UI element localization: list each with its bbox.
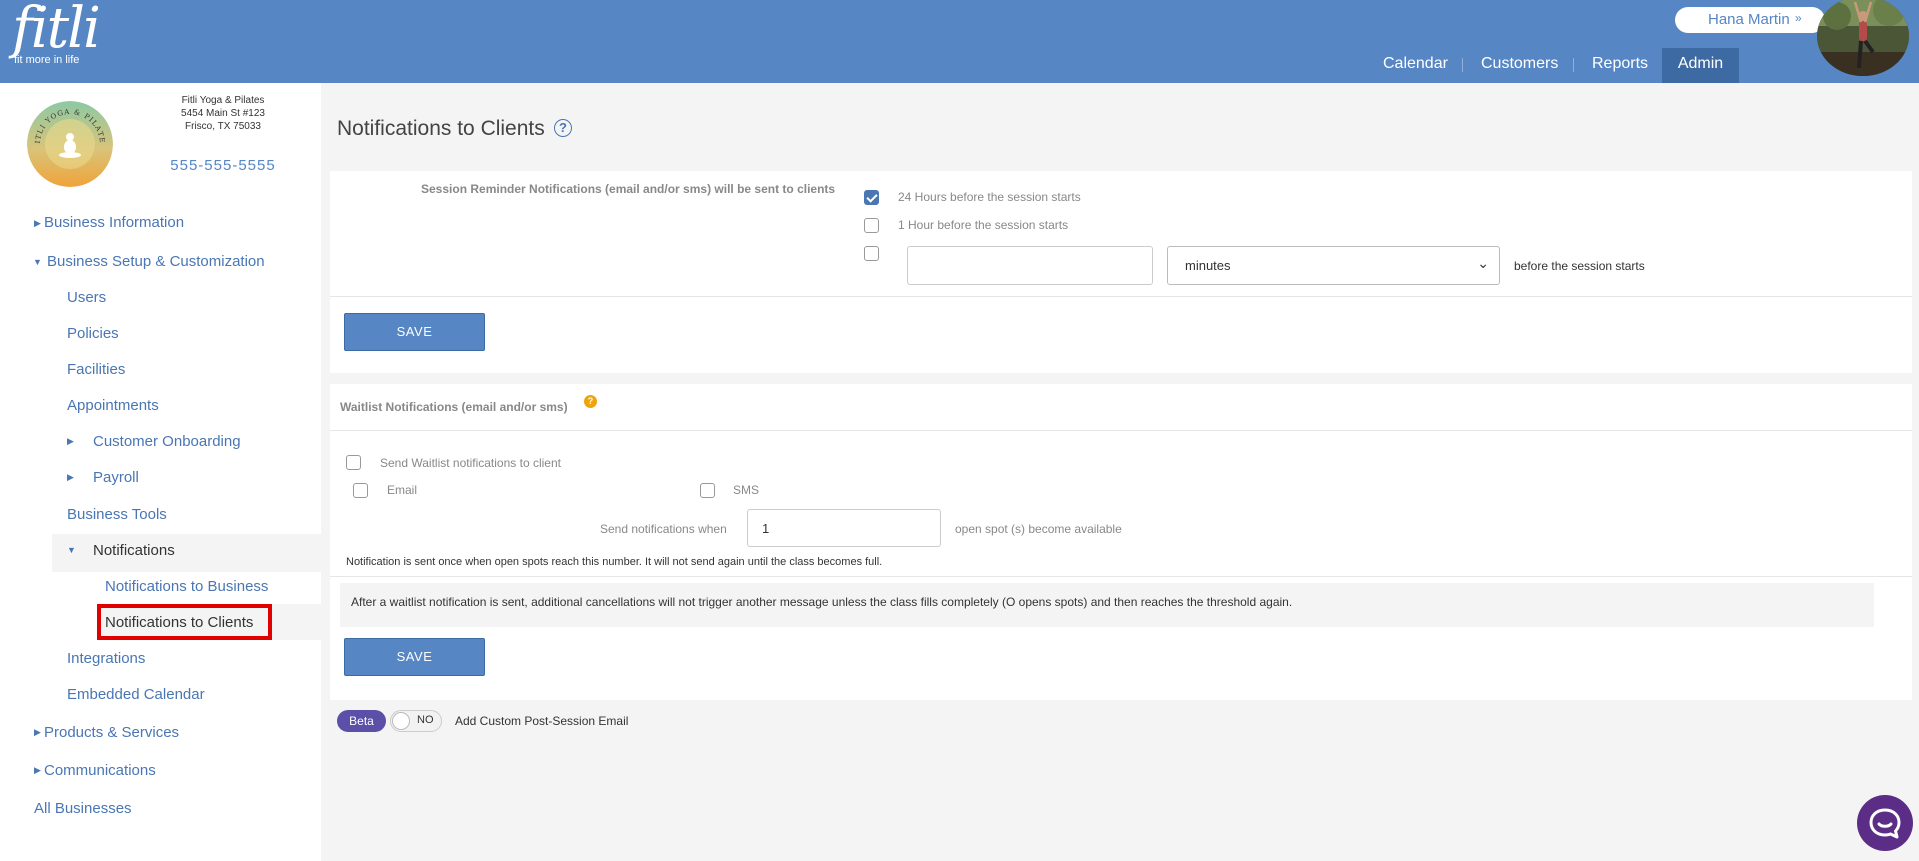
logo-word: fitli [12, 0, 101, 61]
waitlist-heading: Waitlist Notifications (email and/or sms… [340, 400, 568, 414]
admin-sidebar: FITLI YOGA & PILATES Fitli Yoga & Pilate… [0, 83, 321, 861]
waitlist-when-label: Send notifications when [600, 522, 727, 536]
sidebar-item-business-information[interactable]: Business Information [44, 214, 184, 232]
user-avatar[interactable] [1817, 0, 1909, 76]
sidebar-item-notifications-to-clients[interactable]: Notifications to Clients [105, 614, 253, 632]
business-address-line1: 5454 Main St #123 [181, 108, 265, 119]
nav-admin[interactable]: Admin [1662, 48, 1739, 83]
avatar-photo-image [1817, 0, 1909, 76]
chevron-down-icon: ⌄ [1477, 255, 1489, 271]
info-circle-icon[interactable]: ? [584, 395, 597, 408]
sidebar-item-facilities[interactable]: Facilities [67, 361, 125, 379]
reminder-1h-checkbox[interactable] [864, 218, 879, 233]
waitlist-sms-label: SMS [733, 483, 760, 497]
caret-right-icon: ▶ [67, 436, 74, 446]
waitlist-email-label: Email [387, 483, 418, 497]
waitlist-send-checkbox[interactable] [346, 455, 361, 470]
sidebar-item-users[interactable]: Users [67, 289, 106, 307]
reminder-custom-checkbox[interactable] [864, 246, 879, 261]
double-chevron-down-icon: » [1795, 11, 1802, 25]
waitlist-note: Notification is sent once when open spot… [346, 556, 883, 568]
business-phone[interactable]: 555-555-5555 [158, 157, 288, 174]
business-name: Fitli Yoga & Pilates [181, 95, 265, 106]
sidebar-item-all-businesses[interactable]: All Businesses [34, 800, 132, 818]
sidebar-item-products-services[interactable]: Products & Services [44, 724, 179, 742]
beta-badge: Beta [337, 710, 386, 732]
sidebar-item-business-tools[interactable]: Business Tools [67, 506, 167, 524]
caret-right-icon: ▶ [34, 765, 41, 775]
chat-launcher-button[interactable] [1857, 795, 1913, 851]
divider [330, 576, 1912, 577]
sidebar-item-integrations[interactable]: Integrations [67, 650, 145, 668]
caret-right-icon: ▶ [34, 727, 41, 737]
business-address-line2: Frisco, TX 75033 [185, 121, 261, 132]
page-title: Notifications to Clients [337, 117, 545, 140]
sidebar-item-payroll[interactable]: Payroll [93, 469, 139, 487]
reminder-custom-suffix: before the session starts [1514, 259, 1645, 273]
divider [330, 296, 1912, 297]
post-session-label: Add Custom Post-Session Email [455, 714, 629, 728]
waitlist-send-label: Send Waitlist notifications to client [380, 456, 561, 470]
waitlist-info-text: After a waitlist notification is sent, a… [351, 595, 1293, 609]
toggle-knob [392, 712, 410, 730]
caret-down-icon: ▼ [67, 545, 76, 555]
nav-separator [1462, 58, 1463, 72]
sidebar-item-communications[interactable]: Communications [44, 762, 156, 780]
logo-tagline: fit more in life [14, 54, 80, 66]
reminder-24h-checkbox[interactable] [864, 190, 879, 205]
waitlist-open-spots-input[interactable] [747, 509, 941, 547]
question-circle-icon[interactable]: ? [554, 119, 572, 137]
waitlist-when-suffix: open spot (s) become available [955, 522, 1122, 536]
divider [330, 430, 1912, 431]
chat-bubble-icon [1869, 808, 1901, 839]
sidebar-item-policies[interactable]: Policies [67, 325, 119, 343]
toggle-state: NO [417, 714, 434, 726]
business-logo-image: FITLI YOGA & PILATES [27, 101, 113, 187]
sidebar-item-appointments[interactable]: Appointments [67, 397, 159, 415]
top-header: fitli fit more in life Hana Martin » Cal… [0, 0, 1919, 83]
sidebar-item-customer-onboarding[interactable]: Customer Onboarding [93, 433, 241, 451]
reminder-1h-label: 1 Hour before the session starts [898, 218, 1069, 232]
nav-separator [1573, 58, 1574, 72]
sidebar-item-embedded-calendar[interactable]: Embedded Calendar [67, 686, 205, 704]
sidebar-item-notifications[interactable]: Notifications [93, 542, 175, 560]
caret-down-icon: ▼ [33, 257, 42, 267]
waitlist-save-button[interactable]: SAVE [344, 638, 485, 676]
sidebar-item-notifications-to-business[interactable]: Notifications to Business [105, 578, 268, 596]
reminder-save-button[interactable]: SAVE [344, 313, 485, 351]
sidebar-item-business-setup[interactable]: Business Setup & Customization [47, 253, 265, 271]
caret-right-icon: ▶ [67, 472, 74, 482]
user-menu-button[interactable]: Hana Martin » [1675, 7, 1825, 33]
waitlist-panel [330, 384, 1912, 700]
reminder-unit-select[interactable]: minutes ⌄ [1167, 246, 1500, 285]
caret-right-icon: ▶ [34, 218, 41, 228]
waitlist-email-checkbox[interactable] [353, 483, 368, 498]
nav-customers[interactable]: Customers [1481, 48, 1558, 83]
waitlist-sms-checkbox[interactable] [700, 483, 715, 498]
post-session-toggle[interactable]: NO [390, 710, 442, 732]
fitli-logo[interactable]: fitli fit more in life [12, 0, 101, 66]
user-name: Hana Martin [1708, 11, 1790, 28]
reminder-24h-label: 24 Hours before the session starts [898, 190, 1081, 204]
business-logo: FITLI YOGA & PILATES [27, 101, 113, 187]
nav-reports[interactable]: Reports [1592, 48, 1648, 83]
nav-calendar[interactable]: Calendar [1383, 48, 1448, 83]
session-reminder-label: Session Reminder Notifications (email an… [421, 182, 836, 196]
reminder-unit-value: minutes [1185, 258, 1231, 273]
reminder-custom-value-input[interactable] [907, 246, 1153, 285]
